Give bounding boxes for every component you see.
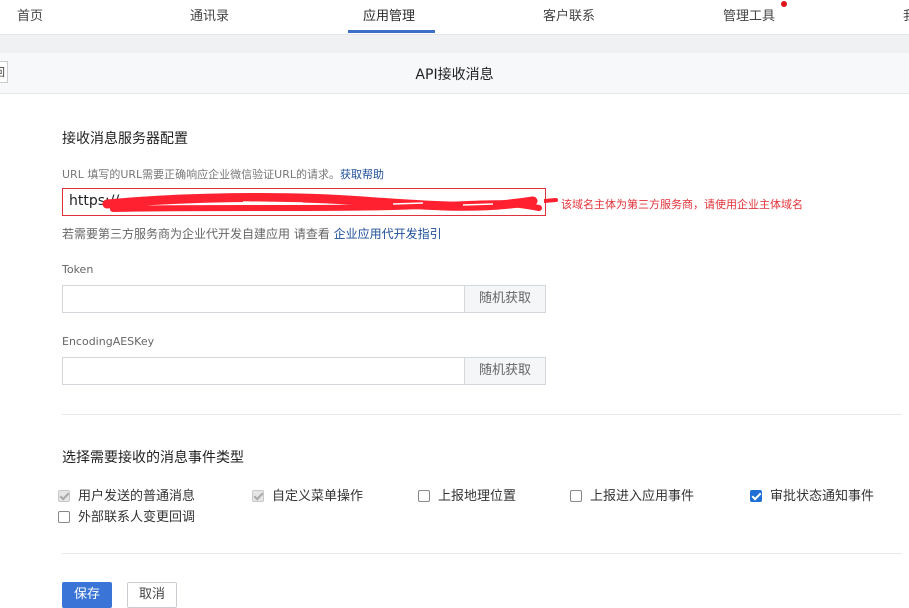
checkbox-external-contact[interactable] — [58, 511, 70, 523]
event-option-label: 上报地理位置 — [438, 489, 517, 504]
event-option-label: 上报进入应用事件 — [590, 489, 695, 504]
active-tab-indicator — [348, 30, 435, 33]
aes-key-label: EncodingAESKey — [62, 335, 155, 348]
nav-item-customer-contact[interactable]: 客户联系 — [543, 5, 595, 24]
notification-dot — [781, 1, 787, 7]
third-party-hint: 若需要第三方服务商为企业代开发自建应用 请查看 企业应用代开发指引 — [62, 225, 442, 242]
nav-item-me[interactable]: 我 — [903, 5, 909, 24]
token-input[interactable] — [63, 286, 466, 312]
event-option-external-contact[interactable]: 外部联系人变更回调 — [58, 506, 195, 525]
event-option-report-location[interactable]: 上报地理位置 — [418, 485, 516, 504]
save-button[interactable]: 保存 — [62, 582, 112, 608]
url-hint: URL 填写的URL需要正确响应企业微信验证URL的请求。获取帮助 — [62, 166, 384, 182]
checkbox-normal-message[interactable] — [58, 490, 70, 502]
page-title: API接收消息 — [415, 67, 494, 83]
event-option-label: 自定义菜单操作 — [272, 489, 364, 504]
nav-item-management-tools[interactable]: 管理工具 — [723, 5, 775, 24]
url-help-link[interactable]: 获取帮助 — [340, 168, 384, 181]
redaction-scribble-tail — [544, 198, 558, 203]
nav-item-contacts[interactable]: 通讯录 — [190, 5, 229, 24]
token-field: 随机获取 — [62, 285, 546, 313]
aes-key-field: 随机获取 — [62, 357, 546, 385]
event-option-label: 审批状态通知事件 — [770, 489, 875, 504]
event-option-custom-menu[interactable]: 自定义菜单操作 — [252, 485, 363, 504]
event-option-enter-agent[interactable]: 上报进入应用事件 — [570, 485, 694, 504]
page-gap — [0, 35, 909, 53]
subheader: 返回 API接收消息 — [0, 53, 909, 94]
nav-item-home[interactable]: 首页 — [17, 5, 43, 24]
top-nav: 首页 通讯录 应用管理 客户联系 管理工具 我 — [0, 0, 909, 35]
server-config-title: 接收消息服务器配置 — [62, 131, 188, 147]
event-option-label: 外部联系人变更回调 — [78, 510, 196, 525]
checkbox-enter-agent[interactable] — [570, 490, 582, 502]
third-party-guide-link[interactable]: 企业应用代开发指引 — [334, 227, 442, 241]
section-divider — [62, 553, 902, 554]
section-divider — [62, 414, 902, 415]
redaction-scribble — [102, 192, 542, 212]
url-field[interactable]: https:// — [62, 188, 546, 216]
nav-item-app-management[interactable]: 应用管理 — [363, 5, 415, 24]
third-party-hint-text: 若需要第三方服务商为企业代开发自建应用 请查看 — [62, 227, 330, 241]
url-error-message: 该域名主体为第三方服务商，请使用企业主体域名 — [561, 198, 803, 211]
event-option-label: 用户发送的普通消息 — [78, 489, 196, 504]
event-option-normal-message[interactable]: 用户发送的普通消息 — [58, 485, 195, 504]
event-types-title: 选择需要接收的消息事件类型 — [62, 450, 244, 466]
checkbox-approval-status[interactable] — [750, 490, 762, 502]
event-option-approval-status[interactable]: 审批状态通知事件 — [750, 485, 874, 504]
checkbox-custom-menu[interactable] — [252, 490, 264, 502]
aes-key-random-button[interactable]: 随机获取 — [464, 358, 545, 384]
token-label: Token — [62, 263, 94, 276]
checkbox-report-location[interactable] — [418, 490, 430, 502]
url-hint-text: URL 填写的URL需要正确响应企业微信验证URL的请求。 — [62, 168, 340, 181]
token-random-button[interactable]: 随机获取 — [464, 286, 545, 312]
aes-key-input[interactable] — [63, 358, 466, 384]
cancel-button[interactable]: 取消 — [127, 582, 177, 608]
